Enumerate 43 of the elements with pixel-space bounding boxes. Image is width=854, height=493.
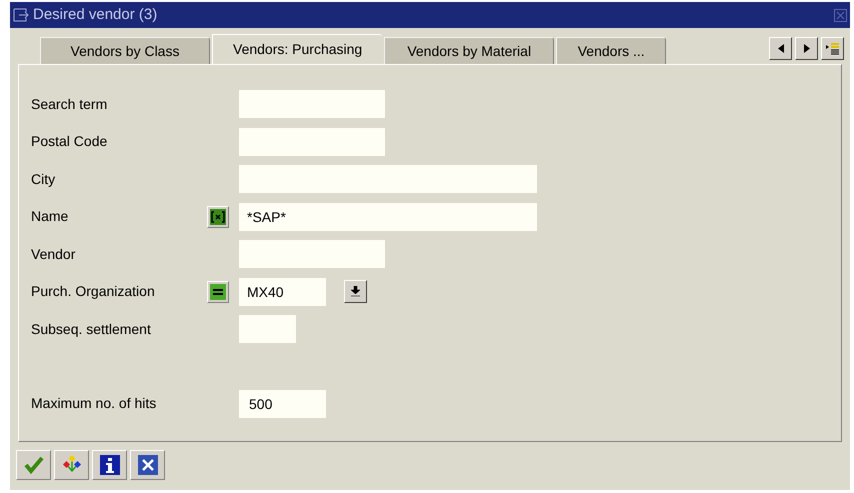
cancel-button[interactable]: [130, 450, 165, 480]
tab[interactable]: Vendors by Class: [40, 37, 210, 64]
field-label: Postal Code: [31, 132, 108, 151]
tab-list-button[interactable]: [821, 37, 844, 60]
field-label: Maximum no. of hits: [31, 394, 158, 413]
tab[interactable]: Vendors: Purchasing: [212, 34, 382, 64]
cancel-icon: [138, 455, 158, 475]
left-arrow-icon: [778, 44, 784, 53]
right-arrow-icon: [804, 44, 810, 53]
pattern-icon: [210, 208, 226, 224]
input-field[interactable]: MX40: [239, 278, 326, 306]
window-icon: [13, 8, 29, 22]
field-label: City: [31, 170, 56, 189]
hierarchy-button[interactable]: [54, 450, 89, 480]
input-field[interactable]: 500: [239, 390, 326, 418]
info-button[interactable]: [92, 450, 127, 480]
equals-icon: [210, 284, 226, 300]
dropdown-button[interactable]: [344, 280, 367, 303]
ok-button[interactable]: [16, 450, 51, 480]
field-label: Purch. Organization: [31, 282, 156, 301]
window-title: Desired vendor (3): [33, 4, 158, 25]
tab[interactable]: Vendors by Material: [384, 37, 554, 64]
input-field[interactable]: [239, 315, 296, 343]
input-field[interactable]: [239, 165, 537, 193]
field-label: Subseq. settlement: [31, 320, 152, 339]
equals-option-button[interactable]: [207, 280, 229, 302]
input-field[interactable]: *SAP*: [239, 202, 537, 230]
input-field[interactable]: [239, 128, 385, 156]
close-icon[interactable]: [834, 8, 847, 22]
scroll-left-button[interactable]: [769, 37, 792, 60]
list-icon: [826, 42, 840, 56]
hierarchy-icon: [62, 455, 82, 475]
checkmark-icon: [24, 456, 44, 474]
field-label: Name: [31, 207, 70, 226]
input-field[interactable]: [239, 240, 385, 268]
tab[interactable]: Vendors ...: [556, 37, 666, 64]
field-label: Vendor: [31, 244, 76, 264]
scroll-right-button[interactable]: [795, 37, 818, 60]
input-field[interactable]: [239, 90, 385, 118]
info-icon: [100, 455, 120, 475]
field-label: Search term: [31, 94, 108, 114]
pattern-option-button[interactable]: [207, 206, 229, 228]
download-arrow-icon: [351, 286, 360, 297]
